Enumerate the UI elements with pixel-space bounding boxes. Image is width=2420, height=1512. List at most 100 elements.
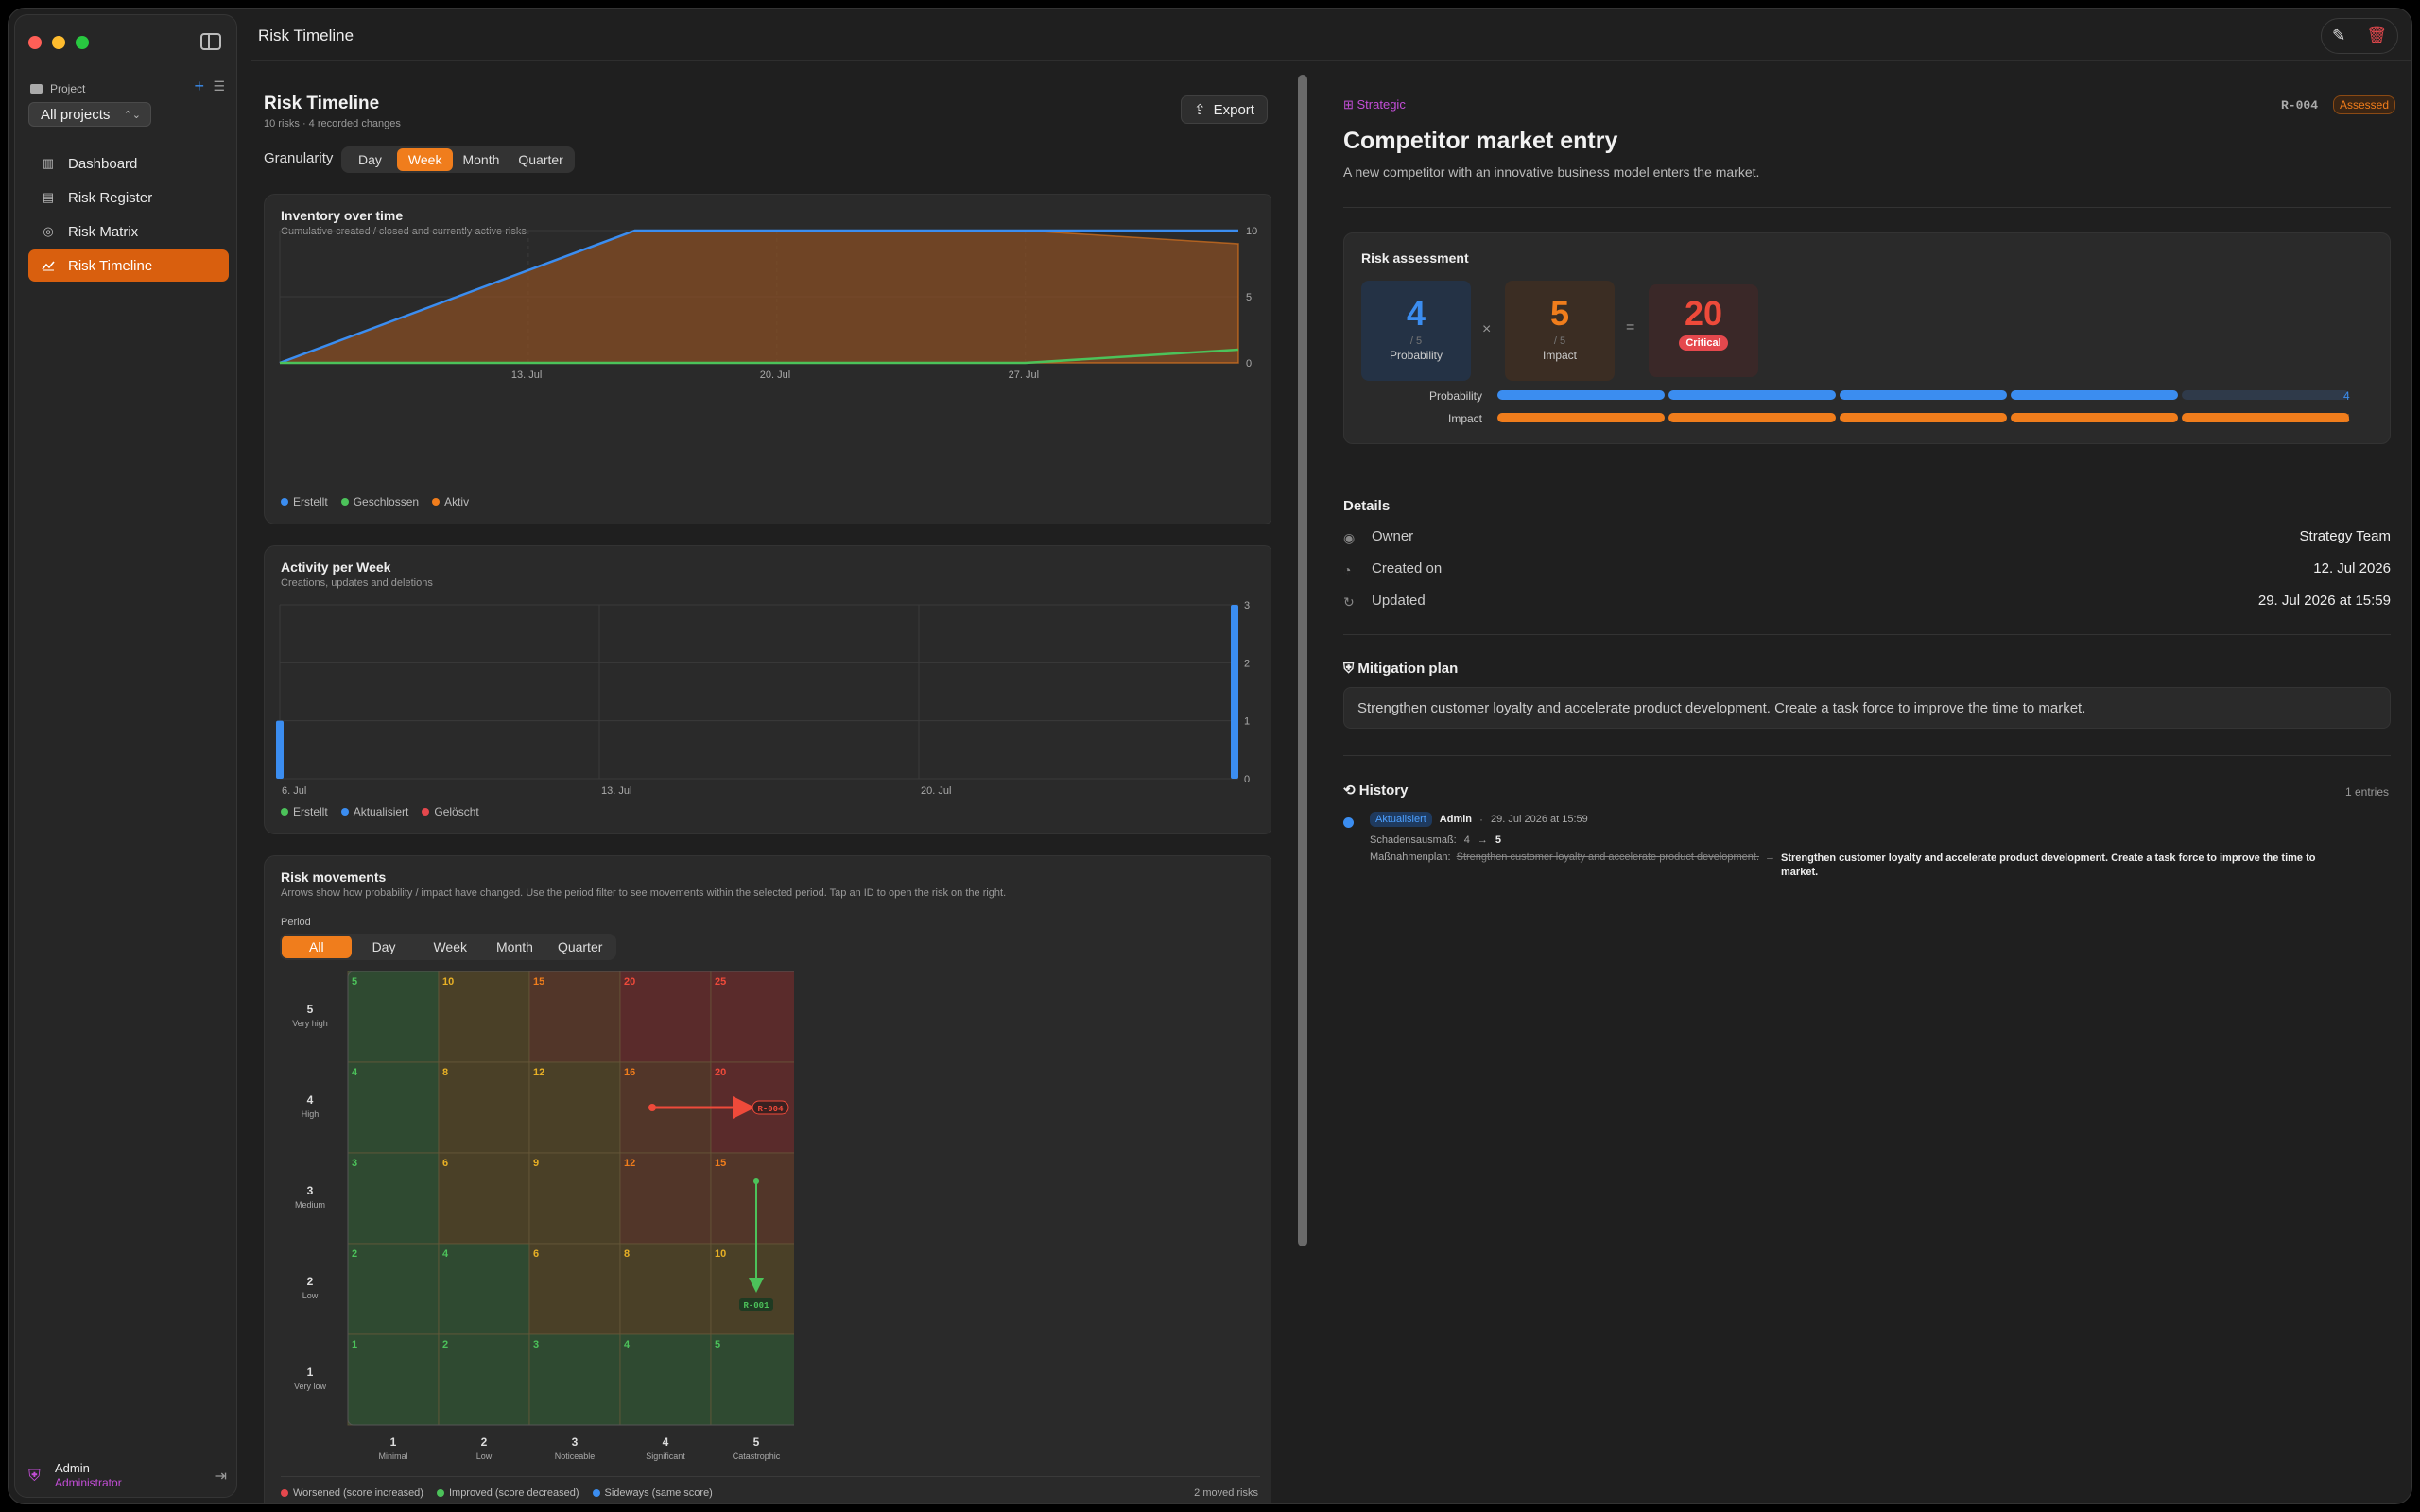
filter-icon[interactable]: ☰ (213, 78, 225, 94)
x-axis-label: Minimal (378, 1452, 407, 1461)
window-controls (28, 36, 89, 49)
sidebar-item-dashboard[interactable]: ▥ Dashboard (28, 147, 229, 180)
cell-score: 16 (624, 1067, 635, 1078)
matrix-cell (347, 971, 440, 1063)
user-name: Admin (55, 1461, 90, 1475)
y-axis-number: 3 (307, 1184, 314, 1197)
matrix-cell (347, 1152, 440, 1245)
project-header: Project + ☰ (30, 77, 229, 97)
sidebar-item-risk-matrix[interactable]: ◎ Risk Matrix (28, 215, 229, 248)
cell-score: 10 (715, 1248, 726, 1260)
granularity-control: Day Week Month Quarter (341, 146, 575, 173)
impact-box: 5 / 5 Impact (1505, 281, 1615, 381)
granularity-option[interactable]: Day (343, 148, 397, 171)
matrix-cell (619, 1243, 712, 1335)
created-value: 12. Jul 2026 (2313, 560, 2391, 576)
logout-icon[interactable]: ⇥ (215, 1467, 227, 1486)
granularity-option[interactable]: Quarter (509, 148, 572, 171)
x-axis-number: 5 (753, 1435, 760, 1449)
matrix-cell (438, 1152, 530, 1245)
period-option[interactable]: Quarter (545, 936, 614, 958)
map-icon: ⊞ (1343, 97, 1357, 112)
category-tag: ⊞ Strategic (1343, 97, 1406, 112)
move-id-label: R-004 (757, 1105, 784, 1114)
project-select[interactable]: All projects ⌃⌄ (28, 102, 151, 127)
sidebar: Project + ☰ All projects ⌃⌄ ▥ Dashboard … (14, 14, 237, 1498)
sidebar-toggle-icon[interactable] (200, 33, 221, 50)
legend-item: Geschlossen (340, 495, 419, 508)
updated-value: 29. Jul 2026 at 15:59 (2257, 593, 2391, 609)
y-tick-label: 10 (1246, 226, 1257, 237)
add-project-icon[interactable]: + (194, 77, 204, 96)
impact-segment (1668, 413, 1836, 422)
shield-icon: ⛨ (28, 1467, 41, 1485)
export-button[interactable]: ⇪ Export (1181, 95, 1268, 124)
cell-score: 3 (533, 1339, 539, 1350)
card-subtitle: Arrows show how probability / impact hav… (281, 887, 1007, 899)
details-title: Details (1343, 498, 1391, 514)
period-option[interactable]: Week (416, 936, 484, 958)
zoom-window-button[interactable] (76, 36, 89, 49)
period-label: Period (281, 917, 311, 928)
cell-score: 2 (352, 1248, 357, 1260)
cell-score: 5 (715, 1339, 720, 1350)
y-axis-number: 2 (307, 1275, 314, 1288)
matrix-cell (528, 1333, 621, 1426)
y-axis-number: 5 (307, 1003, 314, 1016)
x-axis-number: 3 (572, 1435, 579, 1449)
project-label: Project (50, 82, 86, 95)
shield-check-icon: ⛨ (1343, 661, 1358, 677)
y-axis-label: Low (302, 1291, 319, 1300)
activity-card: Activity per Week Creations, updates and… (264, 545, 1271, 834)
x-axis-number: 2 (481, 1435, 488, 1449)
cell-score: 9 (533, 1158, 539, 1169)
y-tick-label: 2 (1244, 658, 1250, 669)
risk-id: R-004 (2281, 98, 2319, 112)
movement-legend: Worsened (score increased) Improved (sco… (281, 1487, 713, 1499)
status-badge: Assessed (2333, 95, 2396, 114)
cell-score: 8 (624, 1248, 630, 1260)
cell-score: 10 (442, 976, 454, 988)
matrix-cell (347, 1243, 440, 1335)
y-tick-label: 3 (1244, 600, 1250, 611)
inventory-chart: 0 5 10 13. Jul 20. Jul 27. Jul (279, 226, 1257, 381)
period-option[interactable]: Month (484, 936, 545, 958)
probability-segment (1668, 390, 1836, 400)
granularity-option[interactable]: Month (453, 148, 509, 171)
updated-row: ↻ Updated 29. Jul 2026 at 15:59 (1343, 593, 2391, 610)
share-icon: ⇪ (1194, 102, 1206, 118)
score-box: 20 Critical (1649, 284, 1758, 377)
matrix-cell (528, 1152, 621, 1245)
x-tick-label: 13. Jul (511, 369, 542, 381)
refresh-icon: ↻ (1343, 594, 1355, 610)
sidebar-item-risk-register[interactable]: ▤ Risk Register (28, 181, 229, 214)
sidebar-item-label: Risk Timeline (68, 257, 153, 274)
cell-score: 15 (533, 976, 544, 988)
period-option[interactable]: Day (352, 936, 417, 958)
probability-segment (1497, 390, 1665, 400)
period-option[interactable]: All (282, 936, 352, 958)
cell-score: 4 (352, 1067, 358, 1078)
main-content: Risk Timeline 10 risks · 4 recorded chan… (251, 63, 1271, 1503)
user-role: Administrator (55, 1476, 122, 1489)
x-tick-label: 27. Jul (1009, 369, 1039, 381)
granularity-option[interactable]: Week (396, 148, 454, 171)
matrix-cell (438, 1333, 530, 1426)
granularity-label: Granularity (264, 150, 334, 166)
x-axis-number: 1 (390, 1435, 397, 1449)
sidebar-item-label: Risk Register (68, 189, 153, 206)
x-axis-label: Significant (646, 1452, 685, 1461)
cell-score: 15 (715, 1158, 726, 1169)
x-tick-label: 20. Jul (760, 369, 790, 381)
main-scrollbar[interactable] (1298, 75, 1307, 1246)
inventory-legend: Erstellt Geschlossen Aktiv (281, 495, 469, 508)
close-window-button[interactable] (28, 36, 42, 49)
edit-icon[interactable]: ✎ (2332, 26, 2345, 45)
probability-segment (2011, 390, 2178, 400)
minimize-window-button[interactable] (52, 36, 65, 49)
clock-icon: ◔ (1343, 562, 1352, 577)
trash-icon[interactable]: 🗑 (2366, 26, 2387, 45)
bar-aktualisiert (276, 720, 284, 779)
move-id-label: R-001 (743, 1301, 769, 1311)
sidebar-item-risk-timeline[interactable]: Risk Timeline (28, 249, 229, 282)
